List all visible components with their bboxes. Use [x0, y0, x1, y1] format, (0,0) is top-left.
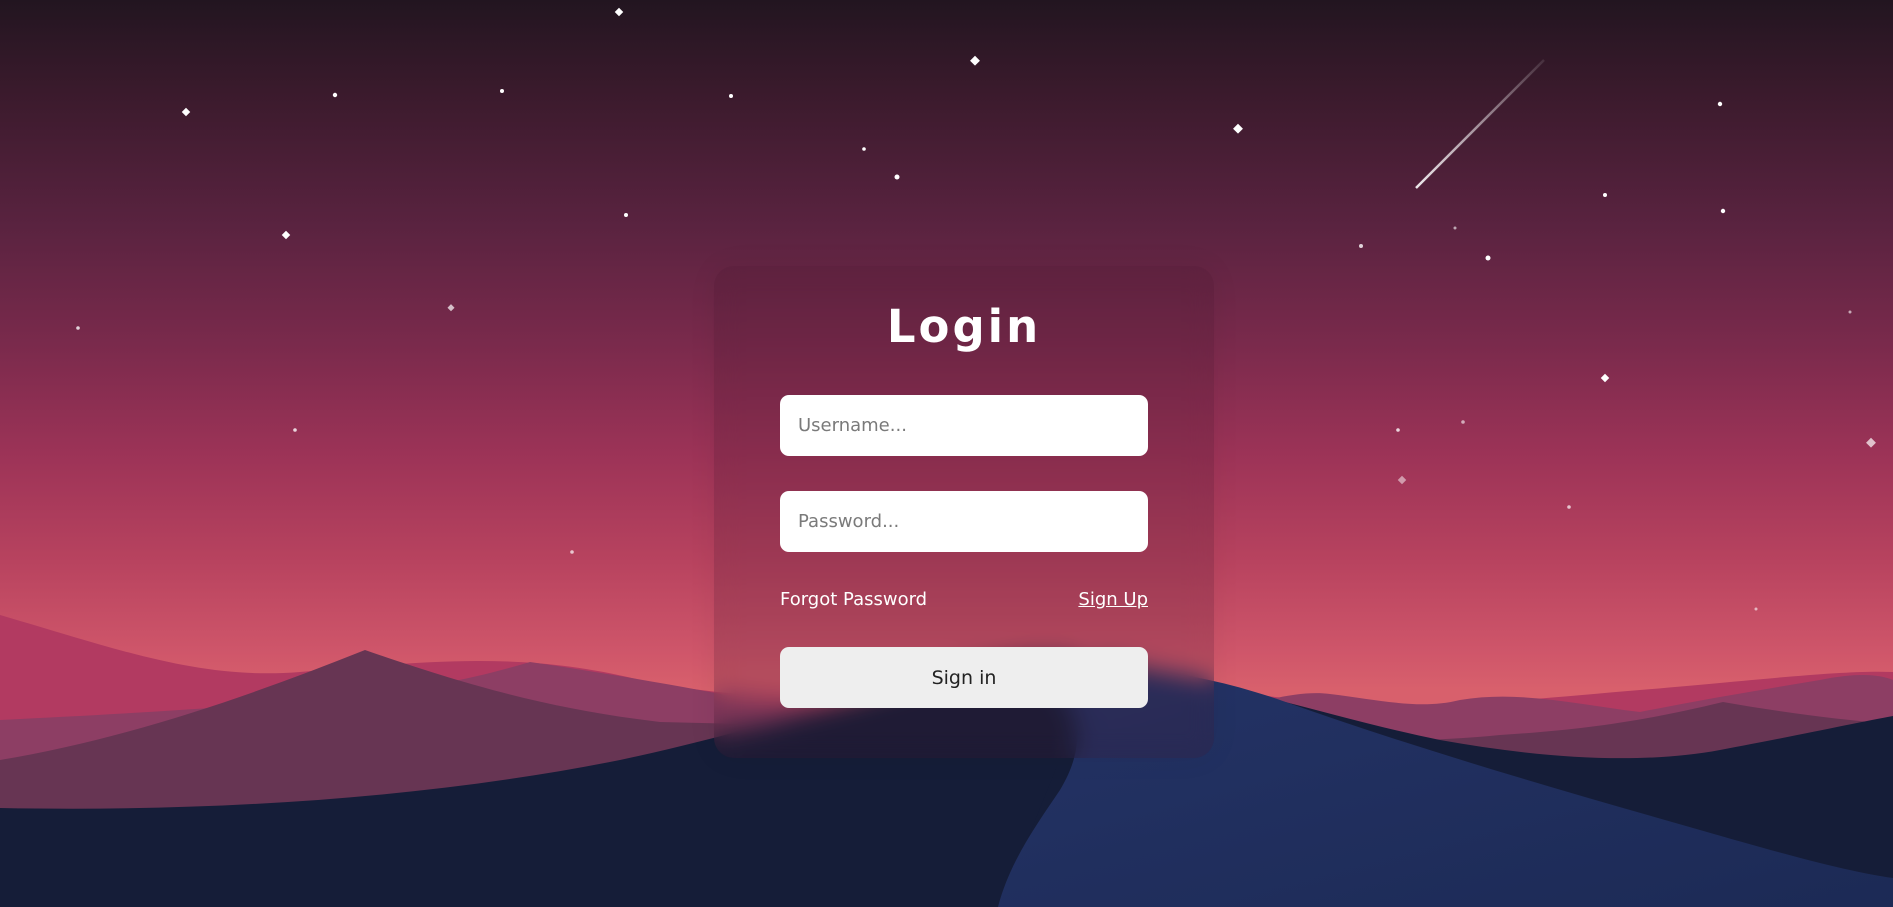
login-screen: Login Forgot Password Sign Up Sign in	[0, 0, 1893, 907]
forgot-password-link[interactable]: Forgot Password	[780, 589, 927, 610]
sign-in-button[interactable]: Sign in	[780, 647, 1148, 708]
sign-up-link[interactable]: Sign Up	[1078, 589, 1148, 610]
password-input[interactable]	[780, 491, 1148, 552]
shooting-star	[1415, 59, 1545, 189]
auth-links-row: Forgot Password Sign Up	[780, 589, 1148, 615]
login-title: Login	[886, 300, 1042, 353]
login-card: Login Forgot Password Sign Up Sign in	[714, 266, 1214, 758]
username-input[interactable]	[780, 395, 1148, 456]
